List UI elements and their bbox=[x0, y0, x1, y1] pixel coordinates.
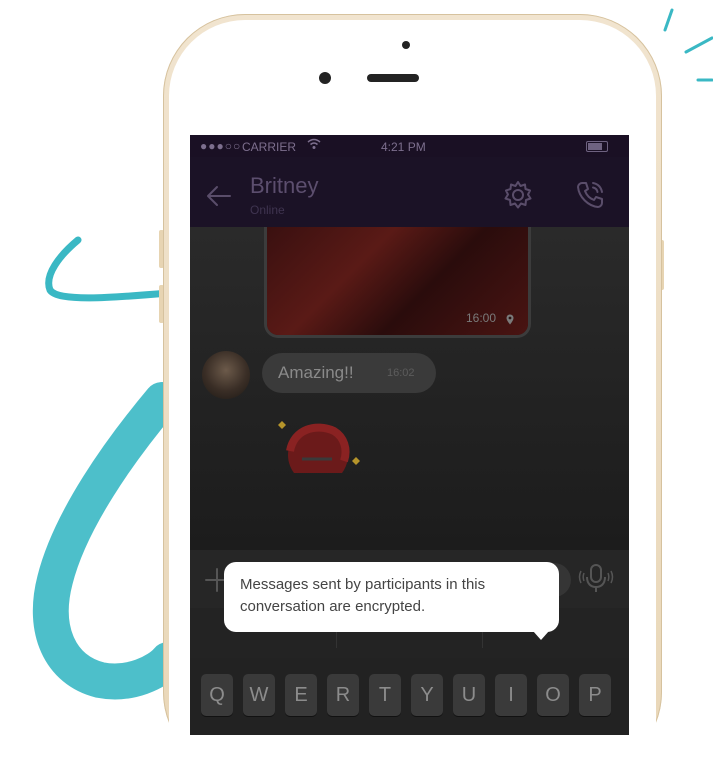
phone-screen: ●●●○○ CARRIER 4:21 PM Britney Online 16:… bbox=[190, 135, 629, 735]
contact-name[interactable]: Britney bbox=[250, 173, 318, 199]
status-time: 4:21 PM bbox=[381, 140, 426, 154]
key-w[interactable]: W bbox=[243, 674, 275, 716]
encryption-tooltip[interactable]: Messages sent by participants in this co… bbox=[224, 562, 559, 632]
wifi-icon bbox=[307, 138, 321, 153]
chat-header: Britney Online bbox=[190, 157, 629, 227]
key-o[interactable]: O bbox=[537, 674, 569, 716]
message-bubble[interactable]: Amazing!! 16:02 bbox=[262, 353, 436, 393]
signal-icon: ●●●○○ bbox=[200, 139, 242, 153]
message-time: 16:00 bbox=[465, 311, 496, 325]
key-q[interactable]: Q bbox=[201, 674, 233, 716]
chat-area: 16:00 Amazing!! 16:02 Messages sent by p… bbox=[190, 227, 629, 640]
key-y[interactable]: Y bbox=[411, 674, 443, 716]
sticker-message[interactable] bbox=[272, 415, 360, 473]
message-text: Amazing!! bbox=[278, 363, 354, 382]
contact-status: Online bbox=[250, 203, 285, 217]
earpiece-speaker bbox=[367, 74, 419, 82]
avatar[interactable] bbox=[202, 351, 250, 399]
phone-call-icon[interactable] bbox=[574, 179, 606, 211]
tooltip-arrow bbox=[533, 631, 549, 640]
tooltip-text: Messages sent by participants in this co… bbox=[240, 576, 486, 615]
message-time: 16:02 bbox=[387, 367, 415, 379]
key-r[interactable]: R bbox=[327, 674, 359, 716]
key-p[interactable]: P bbox=[579, 674, 611, 716]
status-bar: ●●●○○ CARRIER 4:21 PM bbox=[190, 135, 629, 157]
front-camera bbox=[319, 72, 331, 84]
gear-icon[interactable] bbox=[502, 179, 534, 211]
key-u[interactable]: U bbox=[453, 674, 485, 716]
back-arrow-icon[interactable] bbox=[204, 181, 234, 211]
location-pin-icon bbox=[506, 314, 514, 325]
keyboard: Q W E R T Y U I O P bbox=[190, 658, 629, 735]
carrier-label: CARRIER bbox=[242, 140, 297, 154]
voice-message-icon[interactable] bbox=[576, 563, 616, 595]
proximity-sensor bbox=[402, 41, 410, 49]
photo-message[interactable]: 16:00 bbox=[264, 227, 531, 338]
key-t[interactable]: T bbox=[369, 674, 401, 716]
key-e[interactable]: E bbox=[285, 674, 317, 716]
battery-icon bbox=[586, 141, 608, 152]
key-i[interactable]: I bbox=[495, 674, 527, 716]
